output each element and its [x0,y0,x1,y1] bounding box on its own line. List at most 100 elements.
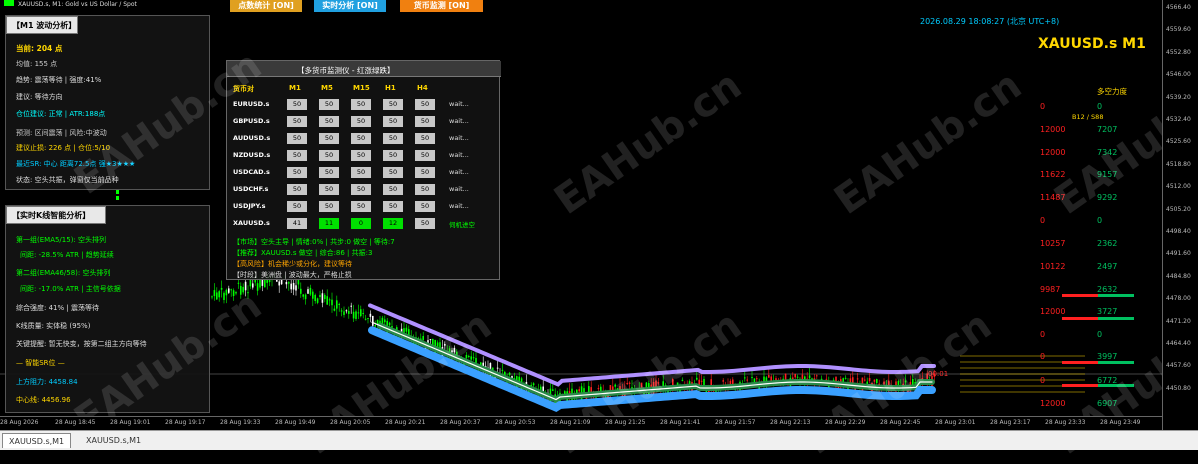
monitor-cell[interactable]: 11 [319,218,339,229]
monitor-cell[interactable]: 50 [351,150,371,161]
time-label: 28 Aug 23:33 [1045,419,1086,426]
monitor-cell[interactable]: 50 [351,201,371,212]
candle-body [868,378,871,382]
monitor-cell[interactable]: 50 [319,167,339,178]
candle-body [751,377,753,379]
candle-body [230,289,232,291]
force-bar [1098,361,1134,364]
monitor-note-recommend: 【推荐】XAUUSD.s 做空 | 综合:86 | 共振:3 [233,249,373,257]
right-value-long: 7207 [1097,125,1118,134]
candle-body [655,380,657,387]
price-label: 4559.60 [1166,26,1191,34]
m1-status: 状态: 空头共振，弹窗仅当前品种 [16,176,119,184]
right-value-short: 0 [1040,352,1046,361]
candle-body [374,325,376,327]
monitor-cell[interactable]: 50 [351,133,371,144]
monitor-cell[interactable]: 50 [287,116,307,127]
monitor-cell[interactable]: 50 [287,133,307,144]
monitor-cell[interactable]: 50 [351,99,371,110]
monitor-cell[interactable]: 50 [287,150,307,161]
ema-band [377,322,935,403]
time-label: 28 Aug 19:49 [275,419,316,426]
monitor-cell[interactable]: 50 [319,150,339,161]
candle-body [816,375,818,377]
candle-body [792,377,794,379]
monitor-cell[interactable]: 50 [415,201,435,212]
currency-monitor-button[interactable]: 货币监测 [ON] [400,0,483,12]
candle-body [362,312,364,314]
monitor-cell[interactable]: 50 [415,184,435,195]
monitor-cell[interactable]: 50 [383,116,403,127]
monitor-cell[interactable]: 50 [287,99,307,110]
realtime-analysis-button[interactable]: 实时分析 [ON] [314,0,386,12]
candle-body [235,292,237,294]
right-value-short: 10257 [1040,239,1066,248]
monitor-cell[interactable]: 50 [383,184,403,195]
monitor-header-5: H4 [417,84,428,92]
monitor-cell[interactable]: 50 [319,116,339,127]
monitor-cell[interactable]: 50 [319,99,339,110]
time-label: 28 Aug 23:01 [935,419,976,426]
force-bar [1062,361,1098,364]
monitor-cell[interactable]: 50 [415,133,435,144]
candle-body [223,292,225,300]
monitor-cell[interactable]: 50 [415,218,435,229]
monitor-cell[interactable]: 50 [415,99,435,110]
monitor-cell[interactable]: 50 [287,167,307,178]
monitor-cell[interactable]: 50 [383,133,403,144]
candle-body [316,298,319,303]
group1-sub: 间距: -28.5% ATR | 趋势延续 [20,251,114,259]
candle-body [307,289,309,294]
time-label: 28 Aug 19:33 [220,419,261,426]
price-axis[interactable]: 4566.40 4559.60 4552.80 4546.00 4539.20 4532.… [1162,0,1198,430]
multi-force-sub: B12 / S88 [1072,113,1104,121]
monitor-cell[interactable]: 0 [351,218,371,229]
monitor-cell[interactable]: 50 [383,201,403,212]
time-label: 28 Aug 23:17 [990,419,1031,426]
candle-body [292,282,295,290]
monitor-cell[interactable]: 50 [383,99,403,110]
monitor-cell[interactable]: 50 [383,150,403,161]
candle-body [465,354,468,359]
point-stats-button[interactable]: 点数统计 [ON] [230,0,302,12]
price-tag: 00:01 [928,370,949,378]
kline-analysis-panel: 【实时K线智能分析】 第一组(EMA5/15): 空头排列 间距: -28.5%… [5,205,210,413]
monitor-cell[interactable]: 50 [319,184,339,195]
monitor-cell[interactable]: 50 [319,201,339,212]
monitor-cell[interactable]: 50 [287,201,307,212]
candle-body [290,283,292,290]
monitor-cell[interactable]: 50 [351,116,371,127]
time-axis[interactable]: 28 Aug 2026 28 Aug 18:45 28 Aug 19:01 28 Au… [0,416,1162,430]
candle-body [357,312,360,314]
monitor-cell[interactable]: 50 [415,167,435,178]
monitor-header-3: M15 [353,84,370,92]
candle-body [808,375,811,379]
monitor-header-4: H1 [385,84,396,92]
green-bar-icon [4,0,14,6]
monitor-cell[interactable]: 50 [351,184,371,195]
monitor-cell[interactable]: 50 [415,116,435,127]
right-value-long: 3727 [1097,307,1118,316]
monitor-cell[interactable]: 50 [319,133,339,144]
right-value-short: 12000 [1040,148,1066,157]
monitor-cell[interactable]: 50 [287,184,307,195]
monitor-pair: USDCHF.s [233,185,269,193]
tab-xauusd-m1[interactable]: XAUUSD.s,M1 [80,433,147,448]
monitor-cell[interactable]: 50 [383,167,403,178]
tab-xauusd-m1-active[interactable]: XAUUSD.s,M1 [2,433,72,448]
candle-body [904,380,907,383]
multi-currency-monitor: 【多货币监测仪 - 红涨绿跌】 货币对 M1 M5 M15 H1 H4 EURUSD.s 50… [226,60,501,280]
right-value-long: 0 [1097,102,1103,111]
candle-body [744,377,746,379]
monitor-status: wait... [449,185,469,193]
monitor-cell[interactable]: 50 [415,150,435,161]
monitor-cell[interactable]: 41 [287,218,307,229]
upper-resistance: 上方阻力: 4458.84 [16,378,78,386]
candle-body [703,379,705,386]
monitor-cell[interactable]: 12 [383,218,403,229]
monitor-cell[interactable]: 50 [351,167,371,178]
force-bar [1098,294,1134,297]
candle-body [657,382,660,384]
candle-body [429,339,432,341]
sr-title: — 智能SR位 — [16,359,65,367]
